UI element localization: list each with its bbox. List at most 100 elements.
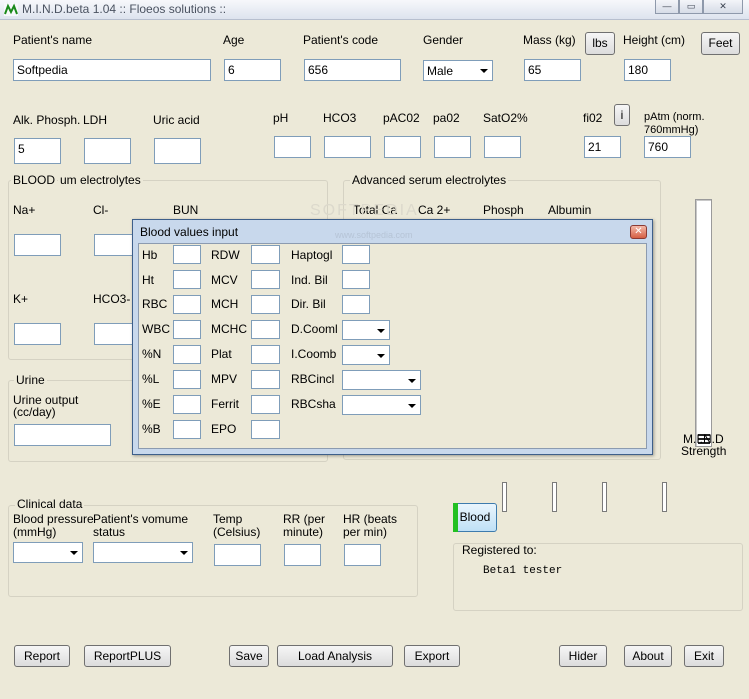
gender-select[interactable]: Male xyxy=(423,60,493,81)
i-coombs-label: I.Coomb xyxy=(291,347,337,361)
alk-phosph-label: Alk. Phosph. xyxy=(13,113,81,127)
pao2-input[interactable] xyxy=(434,136,471,158)
rbc-shape-label: RBCsha xyxy=(291,397,336,411)
analysis-marker[interactable] xyxy=(502,482,507,512)
export-button[interactable]: Export xyxy=(404,645,460,667)
serum-electrolytes-label: um electrolytes xyxy=(58,173,143,187)
l-percent-input[interactable] xyxy=(173,370,201,389)
cl-input[interactable] xyxy=(94,234,134,256)
mpv-input[interactable] xyxy=(251,370,280,389)
ferrit-input[interactable] xyxy=(251,395,280,414)
save-button[interactable]: Save xyxy=(229,645,269,667)
rbc-incl-label: RBCincl xyxy=(291,372,335,386)
height-input[interactable]: 180 xyxy=(624,59,671,81)
clinical-group-label: Clinical data xyxy=(15,497,85,511)
rr-label-line2: minute) xyxy=(283,525,324,539)
maximize-button[interactable]: ▭ xyxy=(679,0,703,14)
plat-input[interactable] xyxy=(251,345,280,364)
lbs-button[interactable]: lbs xyxy=(585,32,615,55)
d-coombs-select[interactable] xyxy=(342,320,390,340)
hr-input[interactable] xyxy=(344,544,381,566)
rr-input[interactable] xyxy=(284,544,321,566)
b-percent-input[interactable] xyxy=(173,420,201,439)
i-coombs-select[interactable] xyxy=(342,345,390,365)
mchc-input[interactable] xyxy=(251,320,280,339)
hb-input[interactable] xyxy=(173,245,201,264)
blood-pressure-select[interactable] xyxy=(13,542,83,563)
mch-input[interactable] xyxy=(251,295,280,314)
temp-label-line2: (Celsius) xyxy=(213,525,261,539)
minimize-button[interactable]: — xyxy=(655,0,679,14)
chevron-down-icon xyxy=(408,404,416,408)
analysis-marker[interactable] xyxy=(662,482,667,512)
analysis-marker[interactable] xyxy=(552,482,557,512)
b-percent-label: %B xyxy=(142,422,161,436)
ph-input[interactable] xyxy=(274,136,311,158)
mcv-input[interactable] xyxy=(251,270,280,289)
load-analysis-button[interactable]: Load Analysis xyxy=(277,645,393,667)
n-percent-input[interactable] xyxy=(173,345,201,364)
blood-analysis-button[interactable]: Blood xyxy=(453,503,497,532)
e-percent-input[interactable] xyxy=(173,395,201,414)
uric-acid-input[interactable] xyxy=(154,138,201,164)
mcv-label: MCV xyxy=(211,273,238,287)
ht-input[interactable] xyxy=(173,270,201,289)
rdw-input[interactable] xyxy=(251,245,280,264)
report-plus-button[interactable]: ReportPLUS xyxy=(84,645,171,667)
rbc-shape-select[interactable] xyxy=(342,395,421,415)
analysis-marker[interactable] xyxy=(602,482,607,512)
mch-label: MCH xyxy=(211,297,239,311)
rbc-incl-select[interactable] xyxy=(342,370,421,390)
haptogl-input[interactable] xyxy=(342,245,370,264)
albumin-label: Albumin xyxy=(548,203,592,217)
fio2-input[interactable]: 21 xyxy=(584,136,621,158)
dialog-close-button[interactable]: ✕ xyxy=(630,225,647,239)
mind-strength-slider[interactable] xyxy=(695,199,712,447)
report-button[interactable]: Report xyxy=(14,645,70,667)
na-label: Na+ xyxy=(13,203,36,217)
wbc-label: WBC xyxy=(142,322,170,336)
l-percent-label: %L xyxy=(142,372,160,386)
chevron-down-icon xyxy=(377,329,385,333)
sato2-input[interactable] xyxy=(484,136,521,158)
dir-bil-input[interactable] xyxy=(342,295,370,314)
paco2-input[interactable] xyxy=(384,136,421,158)
patm-label-line1: pAtm (norm. xyxy=(644,111,705,123)
hco3-input[interactable] xyxy=(324,136,371,158)
close-window-button[interactable]: ✕ xyxy=(703,0,743,14)
ferrit-label: Ferrit xyxy=(211,397,239,411)
epo-input[interactable] xyxy=(251,420,280,439)
hco3-serum-input[interactable] xyxy=(94,323,134,345)
window-title: M.I.N.D.beta 1.04 :: Floeos solutions :: xyxy=(22,2,227,16)
urine-output-input[interactable] xyxy=(14,424,111,446)
mpv-label: MPV xyxy=(211,372,238,386)
height-label: Height (cm) xyxy=(623,33,686,47)
wbc-input[interactable] xyxy=(173,320,201,339)
volume-status-select[interactable] xyxy=(93,542,193,563)
patient-code-label: Patient's code xyxy=(303,33,379,47)
alk-phosph-input[interactable]: 5 xyxy=(14,138,61,164)
ca2-label: Ca 2+ xyxy=(418,203,451,217)
age-input[interactable]: 6 xyxy=(224,59,281,81)
exit-button[interactable]: Exit xyxy=(684,645,724,667)
patm-input[interactable]: 760 xyxy=(644,136,691,158)
k-input[interactable] xyxy=(14,323,61,345)
about-button[interactable]: About xyxy=(624,645,672,667)
ind-bil-input[interactable] xyxy=(342,270,370,289)
patient-code-input[interactable]: 656 xyxy=(304,59,401,81)
rbc-input[interactable] xyxy=(173,295,201,314)
patient-name-input[interactable]: Softpedia xyxy=(13,59,211,81)
ldh-input[interactable] xyxy=(84,138,131,164)
softpedia-url-watermark: www.softpedia.com xyxy=(335,230,413,240)
feet-button[interactable]: Feet xyxy=(701,32,740,55)
hider-button[interactable]: Hider xyxy=(559,645,607,667)
na-input[interactable] xyxy=(14,234,61,256)
mass-input[interactable]: 65 xyxy=(524,59,581,81)
urine-group-label: Urine xyxy=(14,373,47,387)
temp-input[interactable] xyxy=(214,544,261,566)
chevron-down-icon xyxy=(408,379,416,383)
blood-active-indicator xyxy=(453,503,458,532)
n-percent-label: %N xyxy=(142,347,162,361)
ldh-label: LDH xyxy=(83,113,108,127)
fio2-info-button[interactable]: i xyxy=(614,104,630,126)
